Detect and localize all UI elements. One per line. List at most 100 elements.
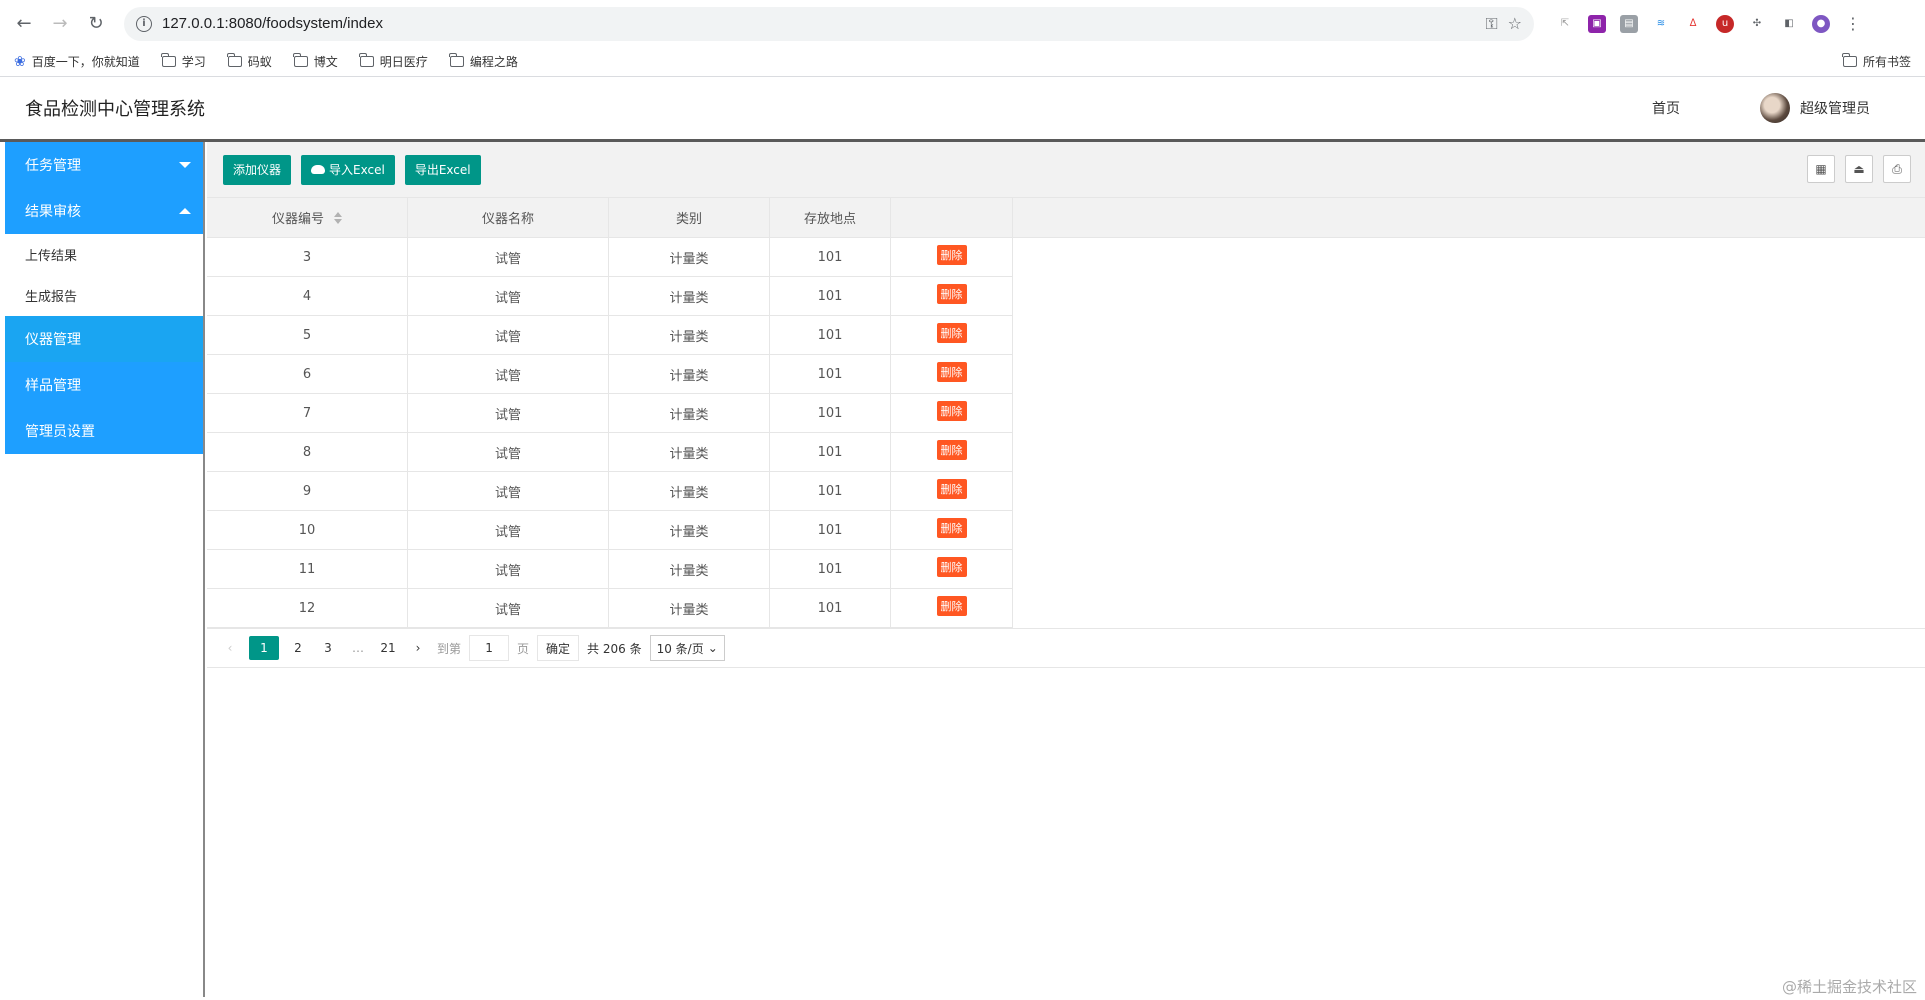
app-header: 食品检测中心管理系统 首页 超级管理员: [0, 77, 1925, 142]
page-2-button[interactable]: 2: [287, 636, 309, 660]
page-3-button[interactable]: 3: [317, 636, 339, 660]
menu-dots-icon[interactable]: ⋮: [1844, 14, 1862, 33]
page-ellipsis: …: [352, 641, 364, 655]
delete-button[interactable]: 删除: [936, 401, 967, 421]
profile-icon[interactable]: ●: [1812, 14, 1830, 33]
sidebar-item-instrument[interactable]: 仪器管理: [5, 316, 203, 362]
sidebar-item-review[interactable]: 结果审核: [5, 188, 203, 234]
sidebar-item-sample[interactable]: 样品管理: [5, 362, 203, 408]
columns-filter-icon[interactable]: ▦: [1807, 155, 1835, 183]
extension-pointer-icon[interactable]: ⇱: [1556, 15, 1574, 33]
page-1-button[interactable]: 1: [249, 636, 279, 660]
back-icon[interactable]: ←: [10, 10, 38, 38]
total-count: 共 206 条: [587, 641, 642, 656]
bookmarks-bar: ❀ 百度一下，你就知道 学习 码蚁 博文 明日医疗 编程之路 所有书签: [0, 47, 1925, 77]
add-instrument-button[interactable]: 添加仪器: [223, 154, 292, 185]
bookmark-folder[interactable]: 博文: [293, 53, 338, 70]
delete-button[interactable]: 删除: [936, 284, 967, 304]
forward-icon[interactable]: →: [46, 10, 74, 38]
page-unit-label: 页: [517, 641, 530, 656]
cell-actions: 删除: [891, 277, 1013, 315]
delete-button[interactable]: 删除: [936, 479, 967, 499]
address-bar[interactable]: i 127.0.0.1:8080/foodsystem/index ⚿ ☆: [124, 6, 1534, 41]
caret-down-icon: [179, 162, 191, 168]
cell-id: 9: [207, 472, 408, 510]
caret-up-icon: [179, 208, 191, 214]
extension-purple-icon[interactable]: ▣: [1588, 14, 1606, 33]
cell-category: 计量类: [609, 277, 770, 315]
folder-icon: [449, 53, 464, 67]
sidebar: 任务管理 结果审核 上传结果 生成报告 仪器管理 样品管理 管理员设置: [5, 142, 205, 997]
bookmark-folder[interactable]: 学习: [161, 53, 206, 70]
sidebar-item-task[interactable]: 任务管理: [5, 142, 203, 188]
cell-name: 试管: [408, 433, 609, 471]
user-name: 超级管理员: [1800, 101, 1870, 117]
cell-name: 试管: [408, 511, 609, 549]
delete-button[interactable]: 删除: [936, 323, 967, 343]
column-header-id[interactable]: 仪器编号: [207, 198, 408, 237]
cell-category: 计量类: [609, 550, 770, 588]
folder-icon: [1842, 53, 1857, 67]
delete-button[interactable]: 删除: [936, 362, 967, 382]
cell-name: 试管: [408, 472, 609, 510]
bookmark-folder[interactable]: 码蚁: [227, 53, 272, 70]
goto-confirm-button[interactable]: 确定: [537, 635, 580, 661]
cell-location: 101: [770, 550, 891, 588]
table-body: 3 试管 计量类 101 删除 4 试管 计量类 101 删除 5 试管 计量类…: [207, 238, 1925, 628]
delete-button[interactable]: 删除: [936, 440, 967, 460]
cell-id: 3: [207, 238, 408, 276]
extension-grey-icon[interactable]: ▤: [1620, 14, 1638, 33]
table-row: 11 试管 计量类 101 删除: [207, 550, 1013, 589]
key-icon[interactable]: ⚿: [1485, 14, 1497, 34]
sidebar-subitem-upload[interactable]: 上传结果: [5, 234, 203, 275]
sort-icon[interactable]: [334, 211, 342, 224]
folder-icon: [359, 53, 374, 67]
cell-actions: 删除: [891, 238, 1013, 276]
prev-page-icon[interactable]: ‹: [219, 636, 241, 660]
cell-id: 8: [207, 433, 408, 471]
avatar[interactable]: [1760, 93, 1790, 123]
puzzle-icon[interactable]: ✣: [1748, 15, 1766, 33]
ublock-icon[interactable]: u: [1716, 14, 1734, 33]
table-row: 7 试管 计量类 101 删除: [207, 394, 1013, 433]
all-bookmarks[interactable]: 所有书签: [1842, 53, 1911, 70]
folder-icon: [227, 53, 242, 67]
sidebar-subitem-report[interactable]: 生成报告: [5, 275, 203, 316]
cell-actions: 删除: [891, 433, 1013, 471]
table-header: 仪器编号 仪器名称 类别 存放地点: [207, 198, 1925, 238]
delete-button[interactable]: 删除: [936, 596, 967, 616]
delete-button[interactable]: 删除: [936, 557, 967, 577]
extension-red-icon[interactable]: ᐃ: [1684, 15, 1702, 33]
export-icon[interactable]: ⏏: [1845, 155, 1873, 183]
bookmark-folder[interactable]: 明日医疗: [359, 53, 428, 70]
cell-name: 试管: [408, 238, 609, 276]
import-excel-button[interactable]: 导入Excel: [301, 154, 395, 185]
reload-icon[interactable]: ↻: [82, 10, 110, 38]
next-page-icon[interactable]: ›: [407, 636, 429, 660]
export-excel-button[interactable]: 导出Excel: [404, 154, 481, 185]
page-last-button[interactable]: 21: [377, 636, 399, 660]
user-menu[interactable]: 超级管理员: [1760, 93, 1870, 123]
goto-page-input[interactable]: 1: [469, 635, 510, 661]
cell-name: 试管: [408, 589, 609, 627]
sidebar-item-admin[interactable]: 管理员设置: [5, 408, 203, 454]
delete-button[interactable]: 删除: [936, 245, 967, 265]
page-size-select[interactable]: 10 条/页 ⌄: [649, 635, 725, 661]
url-text[interactable]: 127.0.0.1:8080/foodsystem/index: [162, 15, 1475, 32]
extension-stack-icon[interactable]: ≋: [1652, 15, 1670, 33]
bookmark-folder[interactable]: 编程之路: [449, 53, 518, 70]
delete-button[interactable]: 删除: [936, 518, 967, 538]
cell-location: 101: [770, 433, 891, 471]
print-icon[interactable]: ⎙: [1883, 155, 1911, 183]
cell-id: 11: [207, 550, 408, 588]
cell-location: 101: [770, 355, 891, 393]
sidepanel-icon[interactable]: ◧: [1780, 15, 1798, 33]
cell-actions: 删除: [891, 589, 1013, 627]
bookmark-baidu[interactable]: ❀ 百度一下，你就知道: [14, 53, 140, 70]
cell-name: 试管: [408, 355, 609, 393]
star-icon[interactable]: ☆: [1508, 14, 1522, 33]
cell-category: 计量类: [609, 394, 770, 432]
site-info-icon[interactable]: i: [136, 15, 152, 32]
home-link[interactable]: 首页: [1652, 98, 1680, 118]
table-row: 5 试管 计量类 101 删除: [207, 316, 1013, 355]
